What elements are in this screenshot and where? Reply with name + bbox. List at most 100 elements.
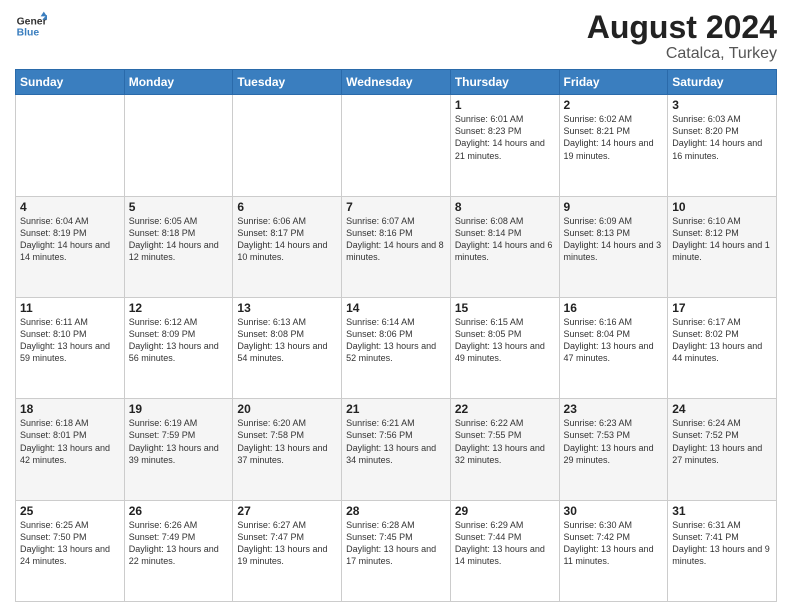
calendar-cell: 4Sunrise: 6:04 AM Sunset: 8:19 PM Daylig…	[16, 196, 125, 297]
day-info: Sunrise: 6:02 AM Sunset: 8:21 PM Dayligh…	[564, 113, 664, 162]
day-info: Sunrise: 6:07 AM Sunset: 8:16 PM Dayligh…	[346, 215, 446, 264]
day-info: Sunrise: 6:01 AM Sunset: 8:23 PM Dayligh…	[455, 113, 555, 162]
day-number: 5	[129, 200, 229, 214]
logo: General Blue	[15, 10, 47, 42]
day-info: Sunrise: 6:12 AM Sunset: 8:09 PM Dayligh…	[129, 316, 229, 365]
day-number: 10	[672, 200, 772, 214]
col-thursday: Thursday	[450, 70, 559, 95]
day-info: Sunrise: 6:25 AM Sunset: 7:50 PM Dayligh…	[20, 519, 120, 568]
calendar-cell: 11Sunrise: 6:11 AM Sunset: 8:10 PM Dayli…	[16, 297, 125, 398]
day-info: Sunrise: 6:15 AM Sunset: 8:05 PM Dayligh…	[455, 316, 555, 365]
calendar-week-5: 25Sunrise: 6:25 AM Sunset: 7:50 PM Dayli…	[16, 500, 777, 601]
calendar-cell	[342, 95, 451, 196]
col-monday: Monday	[124, 70, 233, 95]
day-number: 11	[20, 301, 120, 315]
calendar-cell: 30Sunrise: 6:30 AM Sunset: 7:42 PM Dayli…	[559, 500, 668, 601]
day-info: Sunrise: 6:03 AM Sunset: 8:20 PM Dayligh…	[672, 113, 772, 162]
calendar-cell: 17Sunrise: 6:17 AM Sunset: 8:02 PM Dayli…	[668, 297, 777, 398]
day-info: Sunrise: 6:16 AM Sunset: 8:04 PM Dayligh…	[564, 316, 664, 365]
day-number: 15	[455, 301, 555, 315]
calendar-cell: 5Sunrise: 6:05 AM Sunset: 8:18 PM Daylig…	[124, 196, 233, 297]
col-sunday: Sunday	[16, 70, 125, 95]
calendar-cell: 24Sunrise: 6:24 AM Sunset: 7:52 PM Dayli…	[668, 399, 777, 500]
calendar-cell: 19Sunrise: 6:19 AM Sunset: 7:59 PM Dayli…	[124, 399, 233, 500]
header: General Blue August 2024 Catalca, Turkey	[15, 10, 777, 63]
day-info: Sunrise: 6:19 AM Sunset: 7:59 PM Dayligh…	[129, 417, 229, 466]
calendar-cell: 6Sunrise: 6:06 AM Sunset: 8:17 PM Daylig…	[233, 196, 342, 297]
title-block: August 2024 Catalca, Turkey	[587, 10, 777, 63]
day-info: Sunrise: 6:22 AM Sunset: 7:55 PM Dayligh…	[455, 417, 555, 466]
calendar-cell: 23Sunrise: 6:23 AM Sunset: 7:53 PM Dayli…	[559, 399, 668, 500]
svg-text:Blue: Blue	[17, 28, 40, 39]
day-info: Sunrise: 6:20 AM Sunset: 7:58 PM Dayligh…	[237, 417, 337, 466]
day-number: 9	[564, 200, 664, 214]
day-number: 12	[129, 301, 229, 315]
calendar-cell: 29Sunrise: 6:29 AM Sunset: 7:44 PM Dayli…	[450, 500, 559, 601]
col-wednesday: Wednesday	[342, 70, 451, 95]
day-number: 26	[129, 504, 229, 518]
calendar-week-1: 1Sunrise: 6:01 AM Sunset: 8:23 PM Daylig…	[16, 95, 777, 196]
day-number: 27	[237, 504, 337, 518]
day-info: Sunrise: 6:09 AM Sunset: 8:13 PM Dayligh…	[564, 215, 664, 264]
calendar-cell: 7Sunrise: 6:07 AM Sunset: 8:16 PM Daylig…	[342, 196, 451, 297]
calendar-header-row: Sunday Monday Tuesday Wednesday Thursday…	[16, 70, 777, 95]
day-number: 21	[346, 402, 446, 416]
day-info: Sunrise: 6:28 AM Sunset: 7:45 PM Dayligh…	[346, 519, 446, 568]
day-number: 1	[455, 98, 555, 112]
svg-text:General: General	[17, 16, 47, 27]
day-info: Sunrise: 6:11 AM Sunset: 8:10 PM Dayligh…	[20, 316, 120, 365]
day-number: 18	[20, 402, 120, 416]
calendar-cell	[16, 95, 125, 196]
calendar-cell: 10Sunrise: 6:10 AM Sunset: 8:12 PM Dayli…	[668, 196, 777, 297]
day-info: Sunrise: 6:05 AM Sunset: 8:18 PM Dayligh…	[129, 215, 229, 264]
subtitle: Catalca, Turkey	[587, 45, 777, 63]
day-number: 20	[237, 402, 337, 416]
day-number: 30	[564, 504, 664, 518]
page: General Blue August 2024 Catalca, Turkey…	[0, 0, 792, 612]
day-number: 25	[20, 504, 120, 518]
calendar-cell: 20Sunrise: 6:20 AM Sunset: 7:58 PM Dayli…	[233, 399, 342, 500]
day-number: 31	[672, 504, 772, 518]
day-number: 13	[237, 301, 337, 315]
calendar-cell: 13Sunrise: 6:13 AM Sunset: 8:08 PM Dayli…	[233, 297, 342, 398]
logo-icon: General Blue	[15, 10, 47, 42]
calendar-cell: 8Sunrise: 6:08 AM Sunset: 8:14 PM Daylig…	[450, 196, 559, 297]
calendar-cell: 1Sunrise: 6:01 AM Sunset: 8:23 PM Daylig…	[450, 95, 559, 196]
calendar-cell: 28Sunrise: 6:28 AM Sunset: 7:45 PM Dayli…	[342, 500, 451, 601]
day-info: Sunrise: 6:04 AM Sunset: 8:19 PM Dayligh…	[20, 215, 120, 264]
day-number: 22	[455, 402, 555, 416]
calendar-cell: 12Sunrise: 6:12 AM Sunset: 8:09 PM Dayli…	[124, 297, 233, 398]
calendar-cell: 27Sunrise: 6:27 AM Sunset: 7:47 PM Dayli…	[233, 500, 342, 601]
day-number: 17	[672, 301, 772, 315]
calendar-cell: 16Sunrise: 6:16 AM Sunset: 8:04 PM Dayli…	[559, 297, 668, 398]
calendar-cell: 18Sunrise: 6:18 AM Sunset: 8:01 PM Dayli…	[16, 399, 125, 500]
calendar-week-2: 4Sunrise: 6:04 AM Sunset: 8:19 PM Daylig…	[16, 196, 777, 297]
day-info: Sunrise: 6:24 AM Sunset: 7:52 PM Dayligh…	[672, 417, 772, 466]
col-friday: Friday	[559, 70, 668, 95]
day-number: 23	[564, 402, 664, 416]
calendar-table: Sunday Monday Tuesday Wednesday Thursday…	[15, 69, 777, 602]
calendar-cell: 15Sunrise: 6:15 AM Sunset: 8:05 PM Dayli…	[450, 297, 559, 398]
day-info: Sunrise: 6:27 AM Sunset: 7:47 PM Dayligh…	[237, 519, 337, 568]
col-tuesday: Tuesday	[233, 70, 342, 95]
day-info: Sunrise: 6:14 AM Sunset: 8:06 PM Dayligh…	[346, 316, 446, 365]
day-info: Sunrise: 6:17 AM Sunset: 8:02 PM Dayligh…	[672, 316, 772, 365]
day-info: Sunrise: 6:13 AM Sunset: 8:08 PM Dayligh…	[237, 316, 337, 365]
calendar-cell: 22Sunrise: 6:22 AM Sunset: 7:55 PM Dayli…	[450, 399, 559, 500]
day-number: 29	[455, 504, 555, 518]
calendar-cell: 9Sunrise: 6:09 AM Sunset: 8:13 PM Daylig…	[559, 196, 668, 297]
col-saturday: Saturday	[668, 70, 777, 95]
day-info: Sunrise: 6:26 AM Sunset: 7:49 PM Dayligh…	[129, 519, 229, 568]
day-number: 16	[564, 301, 664, 315]
day-info: Sunrise: 6:21 AM Sunset: 7:56 PM Dayligh…	[346, 417, 446, 466]
day-number: 8	[455, 200, 555, 214]
calendar-cell: 3Sunrise: 6:03 AM Sunset: 8:20 PM Daylig…	[668, 95, 777, 196]
calendar-cell: 25Sunrise: 6:25 AM Sunset: 7:50 PM Dayli…	[16, 500, 125, 601]
calendar-cell: 21Sunrise: 6:21 AM Sunset: 7:56 PM Dayli…	[342, 399, 451, 500]
day-info: Sunrise: 6:31 AM Sunset: 7:41 PM Dayligh…	[672, 519, 772, 568]
day-info: Sunrise: 6:08 AM Sunset: 8:14 PM Dayligh…	[455, 215, 555, 264]
day-number: 14	[346, 301, 446, 315]
day-number: 7	[346, 200, 446, 214]
day-number: 2	[564, 98, 664, 112]
day-info: Sunrise: 6:10 AM Sunset: 8:12 PM Dayligh…	[672, 215, 772, 264]
